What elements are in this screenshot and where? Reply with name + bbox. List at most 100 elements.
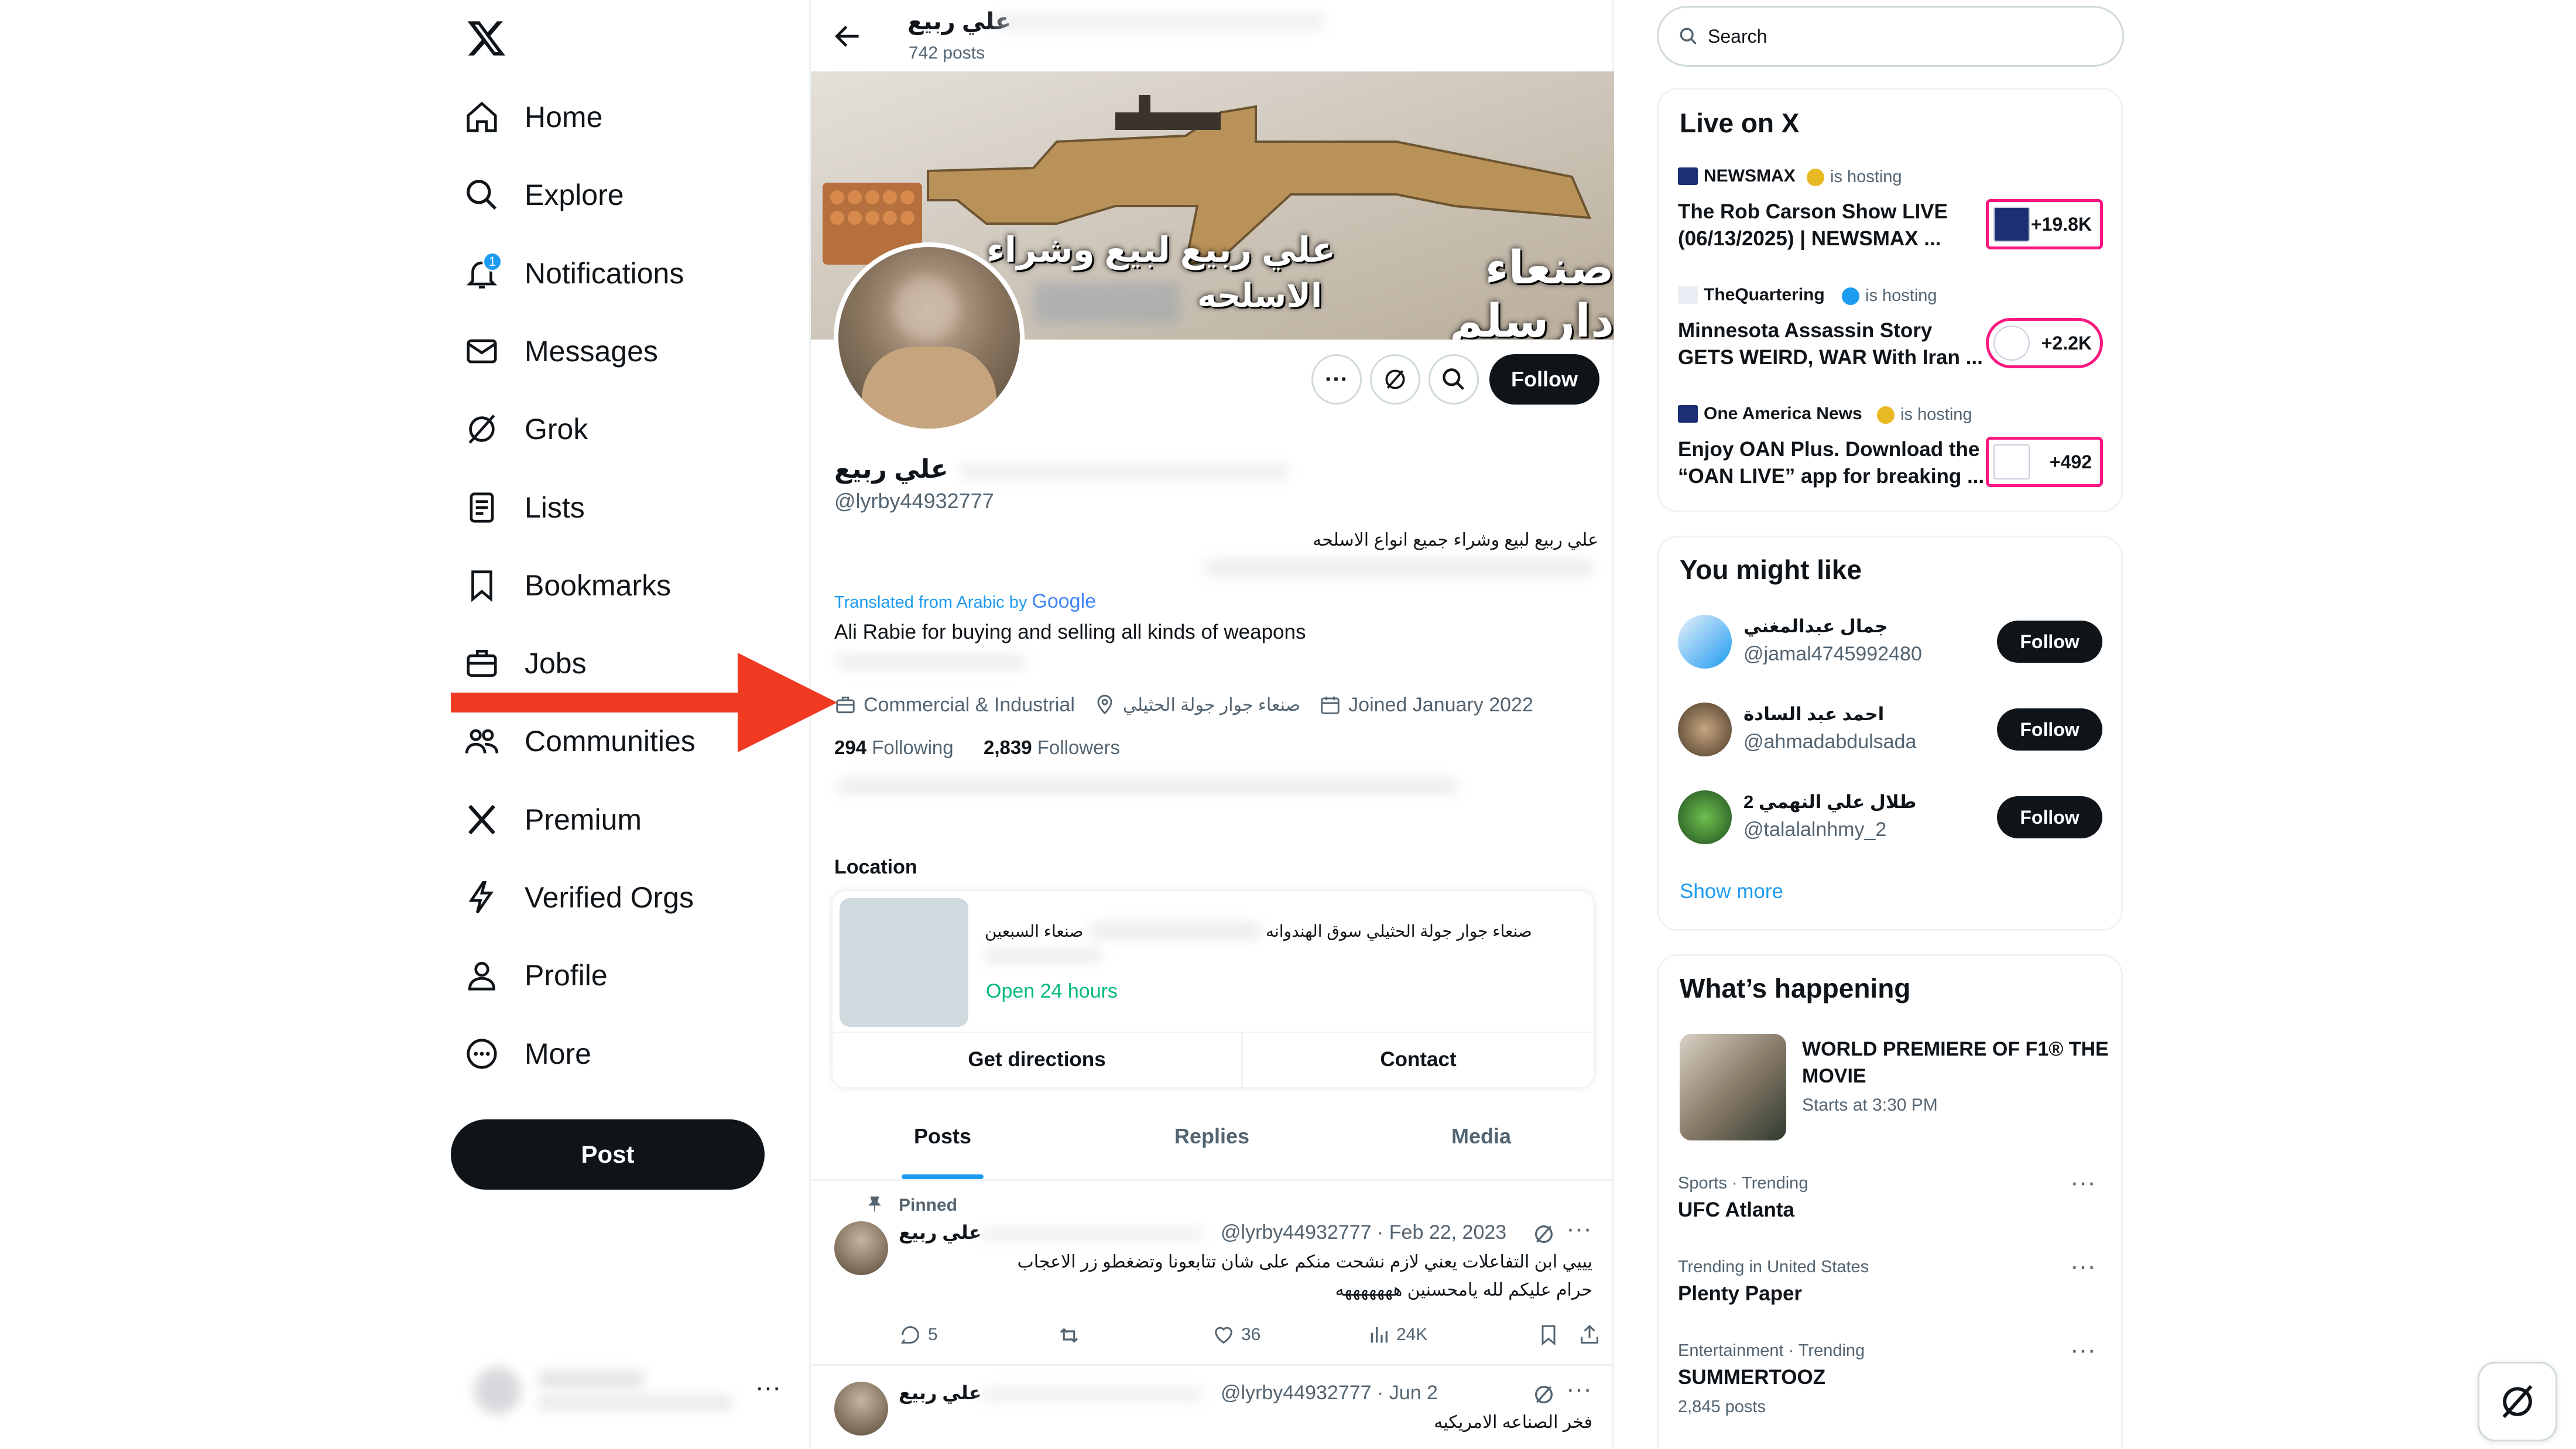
reply-button[interactable]: 5 (899, 1323, 938, 1347)
live-thumb-icon (1993, 326, 2030, 361)
nav-item-more[interactable]: More (464, 1022, 591, 1086)
grok-icon[interactable] (1532, 1383, 1556, 1406)
suggested-name[interactable]: احمد عبد السادة (1743, 704, 1884, 725)
nav-item-messages[interactable]: Messages (464, 319, 658, 383)
nav-item-notifications[interactable]: Notifications 1 (464, 241, 684, 306)
live-viewer-badge[interactable]: +492 (1986, 437, 2103, 487)
followers-link[interactable]: 2,839 Followers (984, 737, 1120, 759)
suggested-name[interactable]: طلال علي النهمي 2 (1743, 792, 1916, 813)
heart-icon (1215, 1327, 1232, 1344)
location-hours: Open 24 hours (986, 980, 1118, 1002)
x-logo-icon (468, 804, 495, 834)
post-more-dots-icon[interactable]: ··· (1566, 1375, 1592, 1404)
tab-posts[interactable]: Posts (849, 1124, 1036, 1149)
followed-by-blurred (837, 779, 1458, 794)
live-viewer-badge[interactable]: +19.8K (1986, 199, 2103, 249)
repost-icon[interactable] (1057, 1323, 1081, 1348)
follow-button[interactable]: Follow (1997, 796, 2102, 838)
trend-item[interactable]: Entertainment · Trending SUMMERTOOZ 2,845 … (1678, 1335, 2111, 1417)
post-avatar[interactable] (834, 1382, 888, 1436)
tab-media[interactable]: Media (1388, 1124, 1575, 1149)
post-text-line2: حرام عليكم لله يامحسنين هههههههه (1335, 1280, 1592, 1300)
bookmark-icon[interactable] (1537, 1323, 1560, 1347)
show-more-link[interactable]: Show more (1680, 880, 1783, 903)
nav-item-bookmarks[interactable]: Bookmarks (464, 553, 671, 618)
event-thumbnail[interactable] (1680, 1034, 1786, 1140)
grok-floating-button[interactable] (2478, 1362, 2557, 1441)
avatar[interactable] (1678, 703, 1732, 756)
live-viewer-badge[interactable]: +2.2K (1986, 318, 2103, 368)
translated-label-row: Translated from Arabic by Google (834, 590, 1096, 613)
x-logo-icon[interactable] (466, 18, 507, 59)
search-profile-button[interactable] (1429, 354, 1479, 405)
host-logo-icon (1678, 405, 1698, 423)
contact-button[interactable]: Contact (1243, 1032, 1594, 1087)
nav-item-home[interactable]: Home (464, 85, 602, 149)
trend-name: Plenty Paper (1678, 1282, 1803, 1305)
post-button[interactable]: Post (451, 1119, 765, 1190)
suggested-user[interactable]: طلال علي النهمي 2 @talalalnhmy_2 Follow (1678, 785, 2111, 849)
bio-arabic: علي ربيع لبيع وشراء جميع انواع الاسلحه (1313, 530, 1598, 550)
search-input[interactable]: Search (1708, 26, 1767, 47)
nav-item-profile[interactable]: Profile (464, 943, 608, 1008)
trend-more-dots-icon[interactable]: ··· (2070, 1168, 2096, 1197)
suggested-handle: @jamal4745992480 (1743, 643, 1922, 665)
live-host: TheQuartering (1704, 285, 1825, 304)
nav-item-grok[interactable]: Grok (464, 397, 588, 461)
profile-avatar[interactable] (834, 242, 1025, 433)
follow-button[interactable]: Follow (1489, 354, 1599, 405)
nav-item-lists[interactable]: Lists (464, 475, 585, 540)
location-address-2: صنعاء السبعين (985, 922, 1084, 940)
suggested-user[interactable]: جمال عبدالمغني @jamal4745992480 Follow (1678, 609, 2111, 673)
trend-more-dots-icon[interactable]: ··· (2070, 1335, 2096, 1365)
event-title-line2[interactable]: MOVIE (1802, 1065, 1866, 1088)
views-chart-icon (1371, 1327, 1388, 1343)
profile-name-blurred (960, 463, 1288, 480)
trend-more-dots-icon[interactable]: ··· (2070, 1252, 2096, 1281)
post-item[interactable]: علي ربيع @lyrby44932777 · Jun 2 ··· فخر … (811, 1368, 1614, 1449)
following-link[interactable]: 294 Following (834, 737, 954, 759)
post-avatar[interactable] (834, 1221, 888, 1275)
views-button[interactable]: 24K (1367, 1323, 1427, 1347)
location-title: Location (834, 856, 917, 878)
grok-button[interactable] (1370, 354, 1420, 405)
follow-button[interactable]: Follow (1997, 621, 2102, 663)
trend-context: Entertainment · Trending (1678, 1341, 1865, 1360)
account-switcher[interactable]: ··· (468, 1361, 785, 1426)
post-actions: 5 36 24K (899, 1323, 1601, 1352)
location-card[interactable]: صنعاء جوار جولة الحثيلي سوق الهندوانه صن… (833, 891, 1594, 1087)
avatar[interactable] (1678, 790, 1732, 844)
live-title-line2: (06/13/2025) | NEWSMAX ... (1678, 227, 1941, 250)
post-more-dots-icon[interactable]: ··· (1566, 1214, 1592, 1244)
post-meta[interactable]: @lyrby44932777 · Jun 2 (1221, 1382, 1438, 1405)
trend-item[interactable]: Sports · Trending UFC Atlanta ··· (1678, 1168, 2111, 1250)
post-author[interactable]: علي ربيع (899, 1221, 982, 1244)
post-author[interactable]: علي ربيع (899, 1382, 982, 1404)
avatar[interactable] (1678, 615, 1732, 669)
like-button[interactable]: 36 (1212, 1323, 1260, 1347)
more-options-button[interactable]: ··· (1311, 354, 1362, 405)
happening-title: What’s happening (1680, 973, 1911, 1003)
share-icon[interactable] (1578, 1323, 1601, 1347)
nav-item-verified-orgs[interactable]: Verified Orgs (464, 865, 694, 930)
nav-item-explore[interactable]: Explore (464, 163, 624, 227)
tab-replies[interactable]: Replies (1118, 1124, 1306, 1149)
follow-button[interactable]: Follow (1997, 708, 2102, 751)
map-thumbnail[interactable] (840, 898, 968, 1027)
notification-badge: 1 (482, 251, 502, 272)
post-meta[interactable]: @lyrby44932777 · Feb 22, 2023 (1221, 1221, 1506, 1244)
trend-item[interactable]: Trending in United States Plenty Paper ··· (1678, 1252, 2111, 1334)
get-directions-button[interactable]: Get directions (833, 1032, 1241, 1087)
back-arrow-icon[interactable] (831, 20, 864, 53)
more-dots-icon[interactable]: ··· (755, 1373, 781, 1402)
grok-icon[interactable] (1532, 1222, 1556, 1246)
profile-category[interactable]: Commercial & Industrial (864, 694, 1075, 717)
verified-badge-icon (1842, 287, 1859, 305)
translated-label: Translated from Arabic by (834, 593, 1027, 612)
post-pinned[interactable]: Pinned علي ربيع @lyrby44932777 · Feb 22,… (811, 1183, 1614, 1364)
suggested-user[interactable]: احمد عبد السادة @ahmadabdulsada Follow (1678, 697, 2111, 761)
search-box[interactable]: Search (1657, 6, 2124, 67)
nav-item-premium[interactable]: Premium (464, 787, 642, 852)
suggested-name[interactable]: جمال عبدالمغني (1743, 616, 1888, 637)
event-title-line1[interactable]: WORLD PREMIERE OF F1® THE (1802, 1038, 2109, 1061)
